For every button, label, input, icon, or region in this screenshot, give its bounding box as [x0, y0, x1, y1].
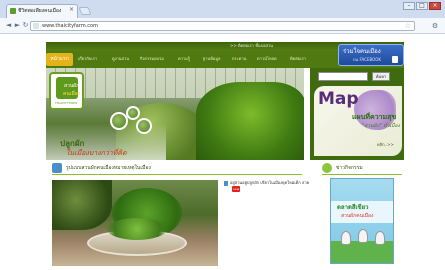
poster-title: ตลาดสีเขียว — [337, 204, 369, 211]
favicon-icon — [10, 8, 16, 14]
maximize-button[interactable]: □ — [416, 2, 428, 10]
hero-banner — [46, 68, 304, 160]
site-logo[interactable]: สวนผัก คนเมือง THAICITYFARM — [49, 72, 84, 110]
hero-photo-circle — [126, 106, 140, 120]
browser-toolbar: ◄ ► ↻ www.thaicityfarm.com ☆ ⚙ — [0, 18, 445, 34]
map-title: Map — [318, 89, 359, 109]
close-window-button[interactable]: × — [429, 2, 441, 10]
wrench-icon[interactable]: ⚙ — [430, 21, 440, 31]
search-input[interactable] — [318, 72, 368, 81]
pencil-icon — [52, 163, 62, 173]
map-banner[interactable]: Map แผนที่ความสุข "สวนผัก" ทั่วเมือง คลิ… — [314, 86, 402, 156]
nav-item-garden[interactable]: ดูงานสวน — [112, 55, 129, 63]
minimize-button[interactable]: – — [403, 2, 415, 10]
logo-line1: สวนผัก — [64, 83, 80, 89]
garden-photo[interactable] — [52, 180, 218, 266]
tab-title: ชีวิตพอเพียงคนเมือง — [18, 8, 62, 14]
top-links[interactable]: >> ติดต่อเรา ชั้นกอสวน — [230, 43, 273, 49]
logo-line2: คนเมือง — [63, 91, 81, 97]
nav-home-button[interactable]: หน้าแรก — [46, 53, 73, 66]
url-text: www.thaicityfarm.com — [42, 23, 98, 29]
photo-tree — [52, 180, 112, 230]
section-heading-gardens: รูปแบบสวนผักคนเมืองหมายเหตุในเมือง — [52, 163, 302, 175]
address-bar[interactable]: www.thaicityfarm.com ☆ — [30, 21, 415, 31]
new-badge: new — [232, 186, 241, 192]
hero-plants-right — [196, 82, 304, 160]
tab-close-icon[interactable]: × — [69, 6, 74, 14]
nav-item-about[interactable]: เกี่ยวกับเรา — [78, 55, 97, 63]
map-subtitle: แผนที่ความสุข — [352, 113, 397, 121]
nav-item-contact[interactable]: ติดต่อเรา — [290, 55, 306, 63]
poster-subtitle: สวนผักคนเมือง — [341, 213, 374, 219]
event-poster[interactable]: ตลาดสีเขียว สวนผักคนเมือง — [330, 178, 394, 264]
bullet-icon — [224, 181, 228, 186]
facebook-banner[interactable]: ร่วมใจคนเมือง บน FACEBOOK — [338, 44, 404, 66]
logo-sub: THAICITYFARM — [55, 101, 77, 105]
hero-slogan-sub: ในเมืองบางกว่าที่คิด — [66, 149, 127, 157]
nav-item-database[interactable]: ฐานข้อมูล — [203, 55, 220, 63]
browser-tab-strip: ชีวิตพอเพียงคนเมือง × – □ × — [0, 0, 445, 18]
news-link[interactable]: อยู่สวนอยู่ปลูกผัก เขียวในเมืองยุคใหม่เด… — [230, 180, 310, 192]
photo-bed-plants — [107, 218, 167, 240]
like-icon — [392, 56, 398, 63]
hero-photo-circle — [136, 118, 152, 134]
section-title: รูปแบบสวนผักคนเมืองหมายเหตุในเมือง — [66, 165, 151, 171]
section-title: ข่าวกิจกรรม — [336, 165, 363, 171]
section-heading-news: ข่าวกิจกรรม — [322, 163, 402, 175]
nav-item-knowledge[interactable]: ความรู้ — [178, 55, 190, 63]
map-caption: "สวนผัก" ทั่วเมือง — [362, 123, 400, 129]
leaf-icon — [322, 163, 332, 173]
map-more-link[interactable]: คลิก..>> — [377, 142, 394, 148]
facebook-sub: บน FACEBOOK — [353, 57, 382, 62]
browser-tab[interactable]: ชีวิตพอเพียงคนเมือง × — [6, 4, 78, 18]
search-button[interactable]: ค้นหา — [372, 72, 390, 81]
facebook-title: ร่วมใจคนเมือง — [343, 48, 381, 55]
bookmark-star-icon[interactable]: ☆ — [405, 22, 411, 30]
cartoon-figure-icon — [358, 229, 368, 243]
cartoon-figure-icon — [341, 231, 351, 245]
reload-icon[interactable]: ↻ — [21, 21, 30, 30]
logo-house-icon: สวนผัก คนเมือง — [56, 77, 81, 99]
poster-ground — [331, 241, 393, 263]
back-icon[interactable]: ◄ — [4, 21, 13, 30]
page-icon — [33, 23, 39, 29]
news-text: อยู่สวนอยู่ปลูกผัก เขียวในเมืองยุคใหม่เด… — [230, 180, 310, 185]
nav-item-download[interactable]: ดาวน์โหลด — [257, 55, 277, 63]
new-tab-button[interactable] — [78, 7, 92, 15]
cartoon-figure-icon — [375, 231, 385, 245]
nav-item-training[interactable]: กิจกรรมอบรม — [140, 55, 164, 63]
nav-item-board[interactable]: กระดาน — [232, 55, 246, 63]
